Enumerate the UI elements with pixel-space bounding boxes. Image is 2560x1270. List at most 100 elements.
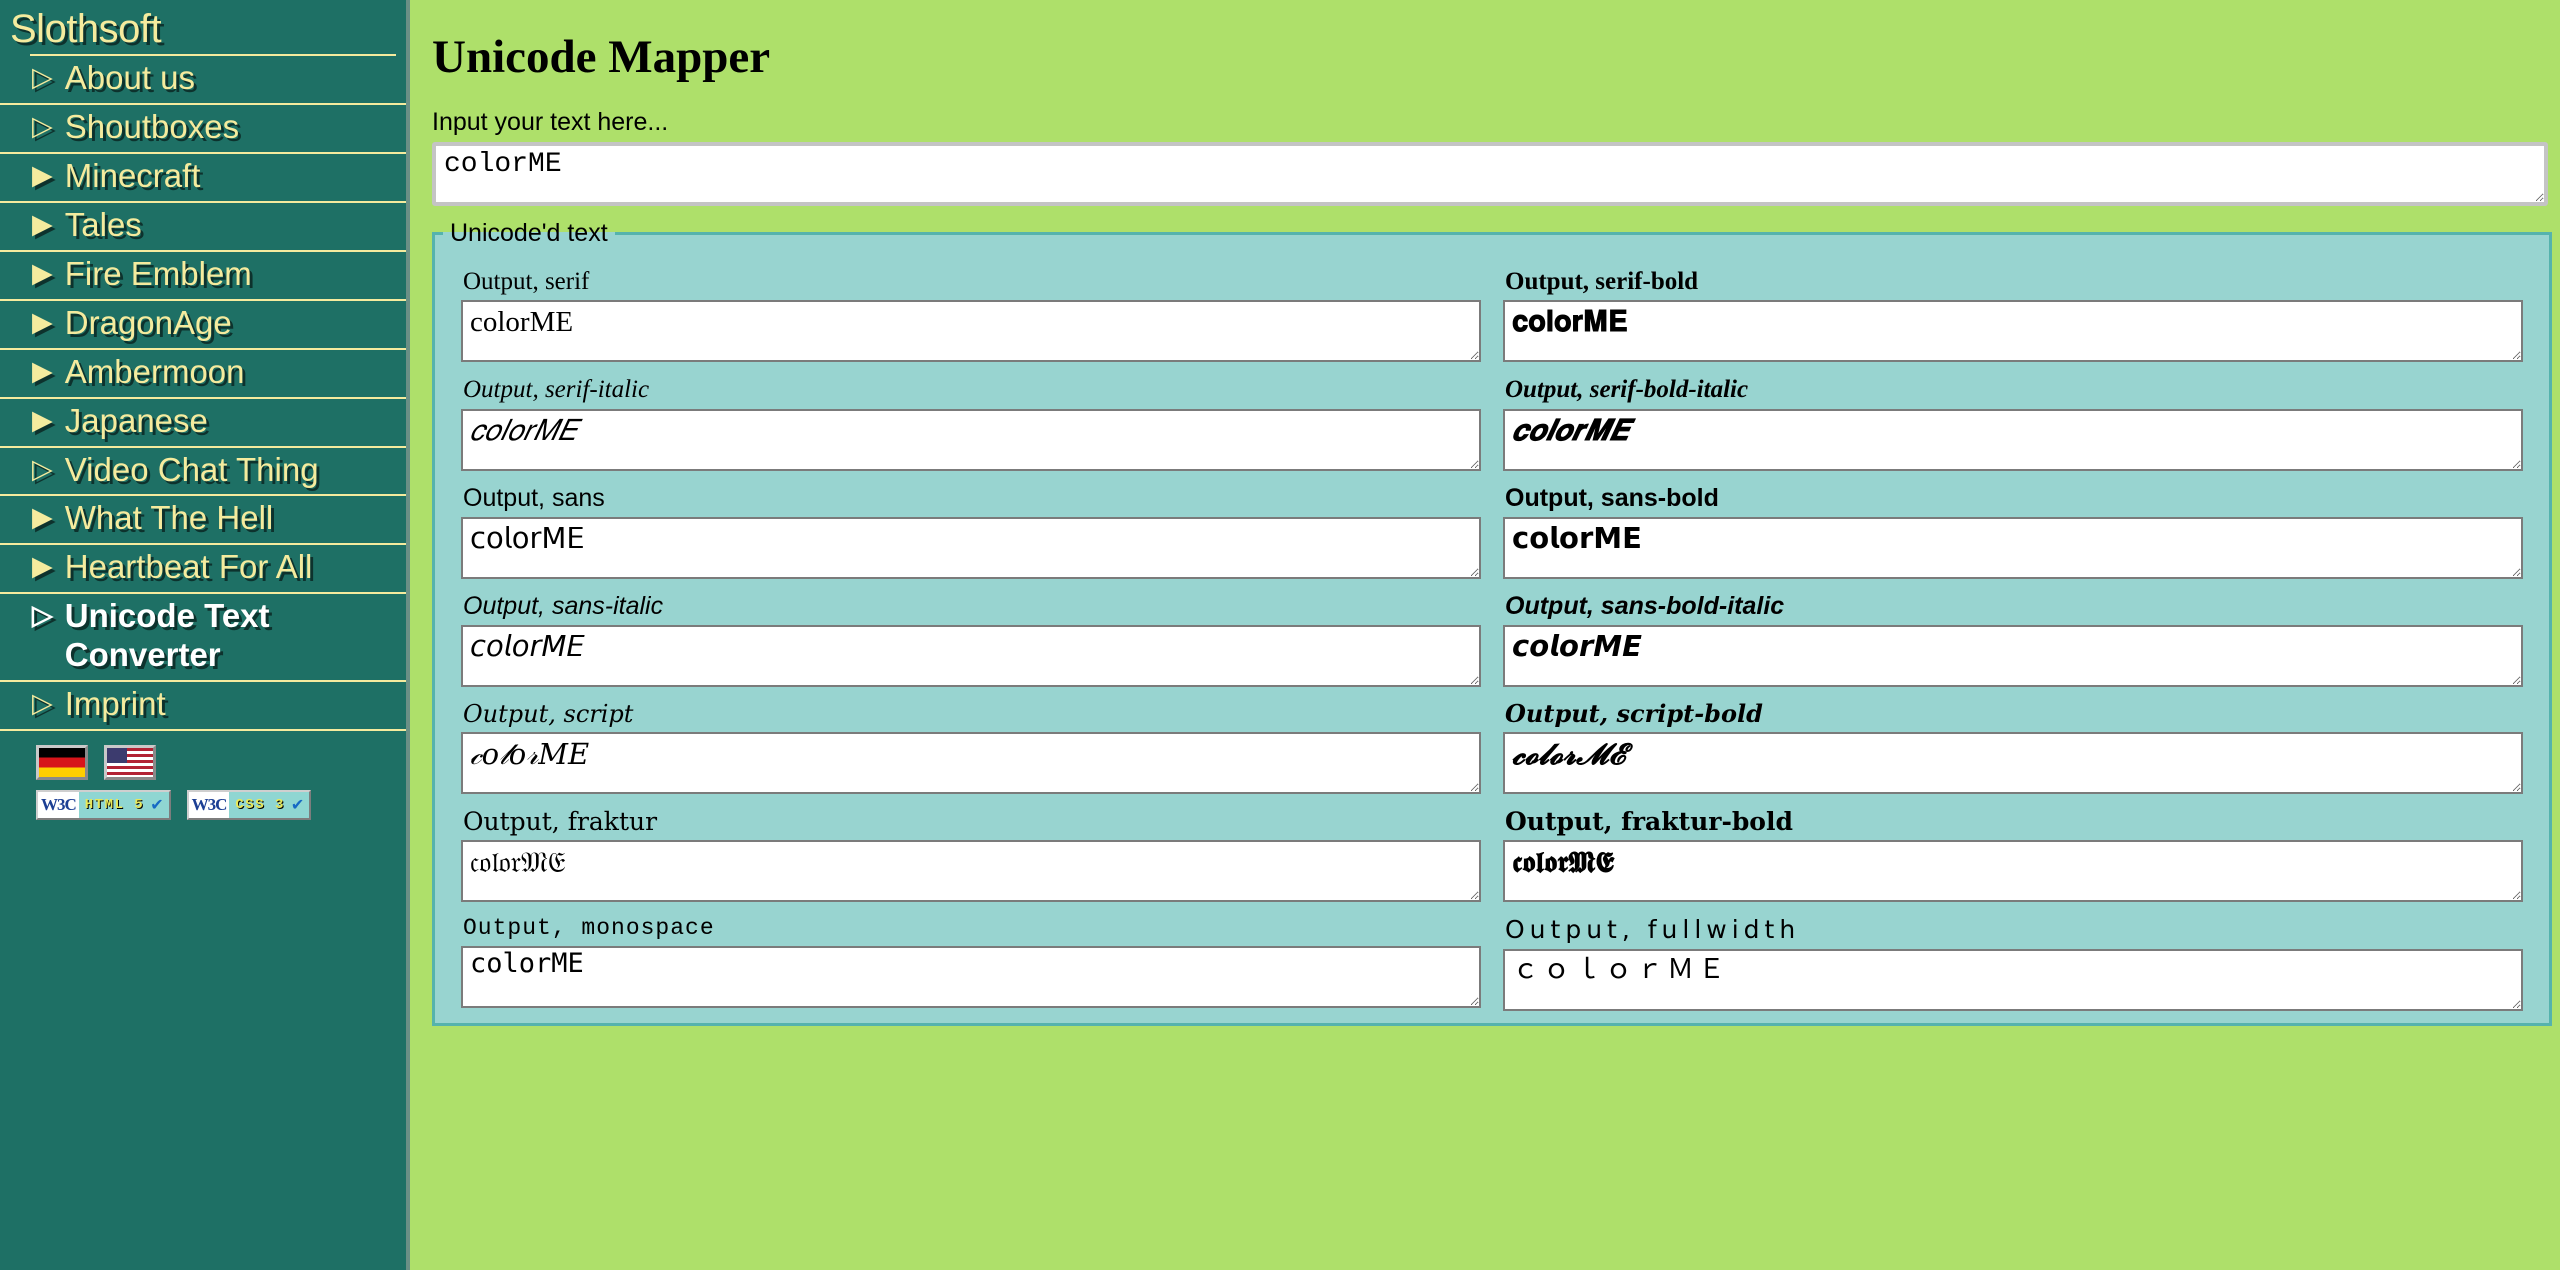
page-root: Slothsoft ▷ About us ▷ Shoutboxes ▶ Minecraft…	[0, 0, 2560, 1270]
output-textarea-serif-bold[interactable]	[1503, 300, 2523, 363]
sidebar-item-unicode-text-converter[interactable]: ▷ Unicode Text Converter	[0, 594, 406, 683]
output-textarea-monospace[interactable]	[461, 946, 1481, 1008]
output-label-monospace: Output, monospace	[463, 915, 715, 942]
main-content: Unicode Mapper Input your text here... U…	[410, 0, 2560, 1270]
sidebar-item-fire-emblem[interactable]: ▶ Fire Emblem	[0, 252, 406, 301]
sidebar-item-label: Tales	[64, 205, 142, 243]
triangle-filled-icon: ▶	[32, 404, 53, 435]
sidebar-item-label: Ambermoon	[64, 352, 245, 390]
output-textarea-fraktur[interactable]	[461, 840, 1481, 903]
sidebar-item-label: Fire Emblem	[64, 254, 252, 292]
w3c-badge-css-3[interactable]: W3C CSS 3 ✔	[186, 790, 312, 821]
output-label-sans-bold: Output, sans-bold	[1505, 483, 1719, 512]
sidebar-item-label: Minecraft	[64, 156, 201, 194]
triangle-outline-icon: ▷	[32, 110, 53, 141]
output-label-script-bold: Output, script-bold	[1505, 699, 1763, 728]
sidebar-item-tales[interactable]: ▶ Tales	[0, 203, 406, 252]
sidebar-item-minecraft[interactable]: ▶ Minecraft	[0, 154, 406, 203]
sidebar-item-about-us[interactable]: ▷ About us	[0, 56, 406, 105]
input-label: Input your text here...	[432, 108, 669, 136]
sidebar-item-shoutboxes[interactable]: ▷ Shoutboxes	[0, 105, 406, 154]
sidebar-item-label: Imprint	[64, 685, 166, 723]
output-textarea-fullwidth[interactable]	[1503, 948, 2523, 1011]
output-textarea-serif-italic[interactable]	[461, 408, 1481, 471]
triangle-filled-icon: ▶	[32, 306, 53, 337]
w3c-badge-label: HTML 5	[84, 797, 145, 814]
triangle-filled-icon: ▶	[32, 355, 53, 386]
sidebar-item-label: Video Chat Thing	[64, 450, 319, 488]
output-label-fraktur: Output, fraktur	[463, 807, 658, 836]
output-cell-serif-bold-italic: Output, serif-bold-italic	[1503, 374, 2523, 482]
w3c-badge-html-5[interactable]: W3C HTML 5 ✔	[36, 790, 171, 821]
output-textarea-script[interactable]	[461, 732, 1481, 794]
output-cell-script-bold: Output, script-bold	[1503, 699, 2523, 806]
german-flag[interactable]	[36, 745, 88, 781]
sidebar-item-imprint[interactable]: ▷ Imprint	[0, 682, 406, 732]
page-title: Unicode Mapper	[432, 31, 771, 83]
triangle-filled-icon: ▶	[32, 159, 53, 190]
sidebar-item-label: DragonAge	[64, 303, 232, 341]
output-cell-script: Output, script	[461, 699, 1481, 806]
output-label-serif-italic: Output, serif-italic	[463, 376, 650, 404]
output-cell-sans-italic: Output, sans-italic	[461, 591, 1481, 699]
output-label-serif-bold-italic: Output, serif-bold-italic	[1505, 376, 1749, 404]
triangle-filled-icon: ▶	[32, 257, 53, 288]
sidebar-item-label: What The Hell	[64, 499, 274, 537]
sidebar-item-label: Japanese	[64, 401, 208, 439]
sidebar-item-video-chat-thing[interactable]: ▷ Video Chat Thing	[0, 448, 406, 497]
sidebar: Slothsoft ▷ About us ▷ Shoutboxes ▶ Minecraft…	[0, 0, 410, 1270]
sidebar-item-ambermoon[interactable]: ▶ Ambermoon	[0, 350, 406, 399]
output-textarea-sans-bold-italic[interactable]	[1503, 625, 2523, 687]
output-label-sans-bold-italic: Output, sans-bold-italic	[1505, 591, 1785, 620]
output-label-script: Output, script	[463, 700, 634, 728]
output-textarea-sans-bold[interactable]	[1503, 516, 2523, 579]
output-textarea-sans[interactable]	[461, 516, 1481, 579]
triangle-filled-icon: ▶	[32, 208, 53, 239]
sidebar-nav: ▷ About us ▷ Shoutboxes ▶ Minecraft ▶ Tales ▶ Fir…	[0, 56, 406, 732]
output-cell-serif: Output, serif	[461, 266, 1481, 374]
triangle-outline-icon: ▷	[32, 600, 53, 631]
triangle-filled-icon: ▶	[32, 551, 53, 582]
site-brand[interactable]: Slothsoft	[0, 0, 406, 54]
output-cell-serif-italic: Output, serif-italic	[461, 374, 1481, 482]
output-cell-sans: Output, sans	[461, 483, 1481, 591]
w3c-badge-label: CSS 3	[235, 797, 285, 814]
output-textarea-script-bold[interactable]	[1503, 732, 2523, 794]
output-fieldset: Unicode'd text Output, serifOutput, seri…	[432, 219, 2552, 1026]
output-cell-fullwidth: Output, fullwidth	[1503, 914, 2523, 1022]
sidebar-item-dragonage[interactable]: ▶ DragonAge	[0, 301, 406, 350]
output-label-serif-bold: Output, serif-bold	[1505, 268, 1699, 295]
sidebar-item-label: Shoutboxes	[64, 107, 240, 145]
output-textarea-fraktur-bold[interactable]	[1503, 840, 2523, 903]
output-cell-fraktur-bold: Output, fraktur-bold	[1503, 806, 2523, 914]
sidebar-item-what-the-hell[interactable]: ▶ What The Hell	[0, 496, 406, 546]
sidebar-item-heartbeat-for-all[interactable]: ▶ Heartbeat For All	[0, 545, 406, 595]
output-label-fraktur-bold: Output, fraktur-bold	[1505, 807, 1793, 836]
checkmark-icon: ✔	[290, 797, 305, 815]
triangle-outline-icon: ▷	[32, 62, 53, 92]
sidebar-item-japanese[interactable]: ▶ Japanese	[0, 399, 406, 448]
output-cell-fraktur: Output, fraktur	[461, 806, 1481, 914]
w3c-logo-icon: W3C	[188, 792, 230, 819]
output-label-serif: Output, serif	[463, 268, 590, 295]
output-cell-sans-bold-italic: Output, sans-bold-italic	[1503, 591, 2523, 699]
triangle-filled-icon: ▶	[32, 502, 53, 533]
w3c-logo-icon: W3C	[38, 792, 79, 819]
output-label-sans-italic: Output, sans-italic	[463, 591, 664, 620]
us-flag[interactable]	[104, 745, 156, 781]
sidebar-item-label: Heartbeat For All	[64, 548, 313, 586]
triangle-outline-icon: ▷	[32, 453, 53, 484]
text-input[interactable]	[432, 142, 2548, 206]
triangle-outline-icon: ▷	[32, 688, 53, 719]
output-cell-monospace: Output, monospace	[461, 914, 1481, 1022]
sidebar-item-label: Unicode Text Converter	[64, 597, 270, 674]
output-cell-serif-bold: Output, serif-bold	[1503, 266, 2523, 374]
output-label-fullwidth: Output, fullwidth	[1505, 915, 1801, 945]
output-textarea-serif-bold-italic[interactable]	[1503, 408, 2523, 471]
language-flags	[0, 731, 406, 781]
output-textarea-sans-italic[interactable]	[461, 625, 1481, 687]
output-textarea-serif[interactable]	[461, 300, 1481, 363]
w3c-badges: W3C HTML 5 ✔ W3C CSS 3 ✔	[0, 780, 406, 821]
output-cell-sans-bold: Output, sans-bold	[1503, 483, 2523, 591]
output-label-sans: Output, sans	[463, 483, 605, 512]
